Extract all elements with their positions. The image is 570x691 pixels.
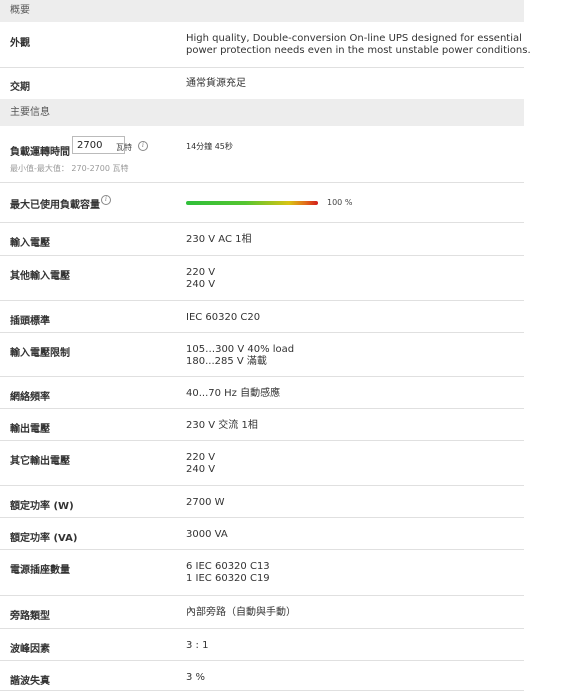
spec-label-other-input-voltage: 其他輸入電壓: [10, 271, 70, 282]
spec-value-output-voltage: 230 V 交流 1相: [186, 420, 520, 432]
section-header-main-info: 主要信息: [0, 99, 524, 126]
spec-row-rated-power-va: 額定功率 (VA) 3000 VA: [0, 518, 524, 550]
spec-row-other-output-voltage: 其它輸出電壓 220 V 240 V: [0, 441, 524, 486]
spec-label-delivery: 交期: [10, 82, 30, 93]
spec-value-line: 230 V AC 1相: [186, 234, 252, 245]
spec-label-outlet-count: 電源插座數量: [10, 565, 70, 576]
runtime-range-hint: 最小值-最大值： 270-2700 瓦特: [10, 164, 129, 173]
spec-value-line: 3000 VA: [186, 529, 228, 540]
spec-value-delivery: 通常貨源充足: [186, 78, 246, 89]
spec-label-input-voltage: 輸入電壓: [10, 238, 50, 249]
spec-label-network-frequency: 網絡頻率: [10, 392, 50, 403]
spec-row-network-frequency: 網絡頻率 40...70 Hz 自動感應: [0, 377, 524, 409]
max-load-bar-fill: [186, 201, 318, 205]
spec-value-plug-standard: IEC 60320 C20: [186, 312, 520, 324]
appearance-line-2: power protection needs even in the most …: [186, 45, 531, 56]
spec-label-other-output-voltage: 其它輸出電壓: [10, 456, 70, 467]
spec-label-harmonic-distortion: 諧波失真: [10, 676, 50, 687]
spec-value-line: 220 V: [186, 452, 216, 463]
spec-value-line: 105…300 V 40% load: [186, 344, 295, 355]
spec-value-line: 220 V: [186, 267, 216, 278]
max-load-label: 最大已使用負載容量: [10, 200, 100, 211]
spec-row-harmonic-distortion: 諧波失真 3 %: [0, 661, 524, 691]
spec-row-appearance: 外觀 High quality, Double-conversion On-li…: [0, 22, 531, 68]
spec-value-line: 40...70 Hz 自動感應: [186, 388, 281, 399]
spec-value-line: 180...285 V 滿載: [186, 356, 267, 367]
max-load-percent: 100 %: [327, 198, 353, 207]
spec-value-crest-factor: 3 : 1: [186, 640, 520, 652]
spec-row-runtime: 負載運轉時間 瓦特 i 最小值-最大值： 270-2700 瓦特 14分鐘 45…: [0, 126, 524, 183]
spec-row-output-voltage: 輸出電壓 230 V 交流 1相: [0, 409, 524, 441]
spec-value-line: 1 IEC 60320 C19: [186, 573, 270, 584]
spec-label-rated-power-va: 額定功率 (VA): [10, 533, 78, 544]
spec-value-harmonic-distortion: 3 %: [186, 672, 520, 684]
spec-label-bypass-type: 旁路類型: [10, 611, 50, 622]
spec-value-bypass-type: 內部旁路（自動與手動）: [186, 607, 520, 619]
section-title-main-info: 主要信息: [10, 107, 50, 118]
spec-row-outlet-count: 電源插座數量 6 IEC 60320 C13 1 IEC 60320 C19: [0, 550, 524, 596]
spec-row-other-input-voltage: 其他輸入電壓 220 V 240 V: [0, 256, 524, 301]
spec-row-bypass-type: 旁路類型 內部旁路（自動與手動）: [0, 596, 524, 629]
spec-label-output-voltage: 輸出電壓: [10, 424, 50, 435]
spec-label-plug-standard: 插頭標準: [10, 316, 50, 327]
info-icon[interactable]: i: [138, 141, 148, 151]
appearance-line-1: High quality, Double-conversion On-line …: [186, 33, 522, 44]
spec-value-other-input-voltage: 220 V 240 V: [186, 267, 520, 291]
spec-row-plug-standard: 插頭標準 IEC 60320 C20: [0, 301, 524, 333]
spec-value-line: 240 V: [186, 464, 216, 475]
section-title-overview: 概要: [10, 5, 30, 16]
info-icon[interactable]: i: [101, 195, 111, 205]
spec-row-rated-power-w: 額定功率 (W) 2700 W: [0, 486, 524, 518]
spec-value-rated-power-w: 2700 W: [186, 497, 520, 509]
spec-value-line: 6 IEC 60320 C13: [186, 561, 270, 572]
spec-value-appearance: High quality, Double-conversion On-line …: [186, 33, 531, 57]
section-header-overview: 概要: [0, 0, 524, 22]
spec-label-crest-factor: 波峰因素: [10, 644, 50, 655]
spec-value-rated-power-va: 3000 VA: [186, 529, 520, 541]
spec-value-line: 230 V 交流 1相: [186, 420, 258, 431]
spec-value-network-frequency: 40...70 Hz 自動感應: [186, 388, 520, 400]
spec-value-line: 內部旁路（自動與手動）: [186, 607, 296, 618]
spec-value-line: 240 V: [186, 279, 216, 290]
runtime-unit: 瓦特: [116, 143, 132, 152]
spec-value-line: 2700 W: [186, 497, 225, 508]
max-load-bar: [186, 201, 318, 205]
spec-value-input-voltage: 230 V AC 1相: [186, 234, 520, 246]
spec-row-crest-factor: 波峰因素 3 : 1: [0, 629, 524, 661]
spec-row-input-voltage: 輸入電壓 230 V AC 1相: [0, 223, 524, 256]
spec-label-appearance: 外觀: [10, 38, 30, 49]
spec-label-input-voltage-limit: 輸入電壓限制: [10, 348, 70, 359]
spec-value-other-output-voltage: 220 V 240 V: [186, 452, 520, 476]
spec-row-delivery: 交期 通常貨源充足: [0, 68, 524, 99]
spec-value-outlet-count: 6 IEC 60320 C13 1 IEC 60320 C19: [186, 561, 520, 585]
spec-value-line: 3 : 1: [186, 640, 209, 651]
spec-value-line: 3 %: [186, 672, 206, 683]
spec-value-line: IEC 60320 C20: [186, 312, 261, 323]
runtime-result: 14分鐘 45秒: [186, 142, 233, 151]
spec-row-input-voltage-limit: 輸入電壓限制 105…300 V 40% load 180...285 V 滿載: [0, 333, 524, 377]
runtime-label: 負載運轉時間: [10, 147, 70, 158]
spec-label-rated-power-w: 額定功率 (W): [10, 501, 74, 512]
spec-value-input-voltage-limit: 105…300 V 40% load 180...285 V 滿載: [186, 344, 520, 368]
